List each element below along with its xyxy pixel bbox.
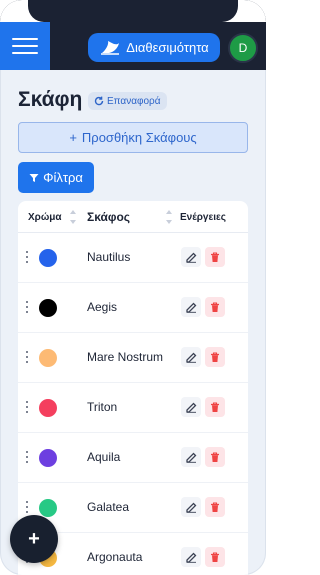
edit-button[interactable] bbox=[181, 547, 201, 567]
color-swatch bbox=[39, 399, 57, 417]
trash-icon bbox=[211, 551, 219, 562]
color-swatch bbox=[39, 449, 57, 467]
sort-icon[interactable] bbox=[166, 210, 172, 224]
app-screen: Διαθεσιμότητα D Σκάφη Επαναφορά + Προσθή… bbox=[0, 0, 266, 575]
table-row: Triton bbox=[18, 383, 248, 433]
boats-table: Χρώμα Σκάφος Ενέργειες Nautilus Aegis Mare… bbox=[18, 201, 248, 575]
edit-icon bbox=[185, 502, 196, 513]
add-boat-label: Προσθήκη Σκάφους bbox=[81, 130, 197, 145]
hamburger-icon-line bbox=[12, 52, 38, 54]
avatar[interactable]: D bbox=[228, 33, 258, 63]
edit-button[interactable] bbox=[181, 347, 201, 367]
filter-button[interactable]: Φίλτρα bbox=[18, 162, 94, 193]
page-title: Σκάφη bbox=[18, 88, 83, 111]
delete-button[interactable] bbox=[205, 497, 225, 517]
device-notch bbox=[28, 0, 238, 22]
boat-name: Nautilus bbox=[87, 250, 131, 264]
drag-handle-icon[interactable] bbox=[26, 451, 30, 463]
drag-handle-icon[interactable] bbox=[26, 301, 30, 313]
table-row: Nautilus bbox=[18, 233, 248, 283]
boat-name: Mare Nostrum bbox=[87, 350, 164, 364]
trash-icon bbox=[211, 351, 219, 362]
color-swatch bbox=[39, 249, 57, 267]
drag-handle-icon[interactable] bbox=[26, 351, 30, 363]
boat-name: Triton bbox=[87, 400, 118, 414]
sort-icon[interactable] bbox=[70, 210, 76, 224]
drag-handle-icon[interactable] bbox=[26, 251, 30, 263]
add-fab-button[interactable]: + bbox=[10, 515, 58, 563]
table-row: Mare Nostrum bbox=[18, 333, 248, 383]
availability-label: Διαθεσιμότητα bbox=[126, 40, 209, 55]
boat-name: Argonauta bbox=[87, 550, 143, 564]
column-header-actions: Ενέργειες bbox=[180, 211, 226, 223]
reset-label: Επαναφορά bbox=[107, 95, 161, 107]
delete-button[interactable] bbox=[205, 447, 225, 467]
status-area bbox=[0, 0, 266, 22]
sail-icon bbox=[101, 40, 120, 55]
edit-button[interactable] bbox=[181, 247, 201, 267]
boat-name: Aquila bbox=[87, 450, 121, 464]
column-header-boat[interactable]: Σκάφος bbox=[87, 201, 130, 233]
edit-button[interactable] bbox=[181, 497, 201, 517]
top-bar: Διαθεσιμότητα D bbox=[0, 0, 266, 70]
trash-icon bbox=[211, 251, 219, 262]
edit-icon bbox=[185, 452, 196, 463]
edit-icon bbox=[185, 352, 196, 363]
boat-name: Galatea bbox=[87, 500, 130, 514]
color-swatch bbox=[39, 349, 57, 367]
table-header: Χρώμα Σκάφος Ενέργειες bbox=[18, 201, 248, 233]
add-boat-button[interactable]: + Προσθήκη Σκάφους bbox=[18, 122, 248, 153]
refresh-icon bbox=[94, 96, 104, 106]
plus-icon: + bbox=[69, 130, 77, 145]
color-swatch bbox=[39, 499, 57, 517]
reset-button[interactable]: Επαναφορά bbox=[88, 92, 167, 110]
edit-button[interactable] bbox=[181, 447, 201, 467]
table-row: Aquila bbox=[18, 433, 248, 483]
edit-icon bbox=[185, 552, 196, 563]
edit-icon bbox=[185, 402, 196, 413]
edit-icon bbox=[185, 302, 196, 313]
delete-button[interactable] bbox=[205, 297, 225, 317]
filter-label: Φίλτρα bbox=[43, 170, 83, 185]
column-header-color[interactable]: Χρώμα bbox=[28, 201, 62, 233]
filter-icon bbox=[29, 173, 39, 182]
edit-icon bbox=[185, 252, 196, 263]
delete-button[interactable] bbox=[205, 247, 225, 267]
edit-button[interactable] bbox=[181, 397, 201, 417]
drag-handle-icon[interactable] bbox=[26, 401, 30, 413]
drag-handle-icon[interactable] bbox=[26, 501, 30, 513]
trash-icon bbox=[211, 301, 219, 312]
trash-icon bbox=[211, 451, 219, 462]
hamburger-icon bbox=[12, 38, 38, 40]
delete-button[interactable] bbox=[205, 347, 225, 367]
availability-button[interactable]: Διαθεσιμότητα bbox=[88, 33, 220, 62]
edit-button[interactable] bbox=[181, 297, 201, 317]
delete-button[interactable] bbox=[205, 547, 225, 567]
color-swatch bbox=[39, 299, 57, 317]
table-row: Aegis bbox=[18, 283, 248, 333]
trash-icon bbox=[211, 401, 219, 412]
delete-button[interactable] bbox=[205, 397, 225, 417]
boat-name: Aegis bbox=[87, 300, 118, 314]
trash-icon bbox=[211, 501, 219, 512]
menu-button[interactable] bbox=[0, 22, 50, 70]
hamburger-icon-line bbox=[12, 45, 38, 47]
